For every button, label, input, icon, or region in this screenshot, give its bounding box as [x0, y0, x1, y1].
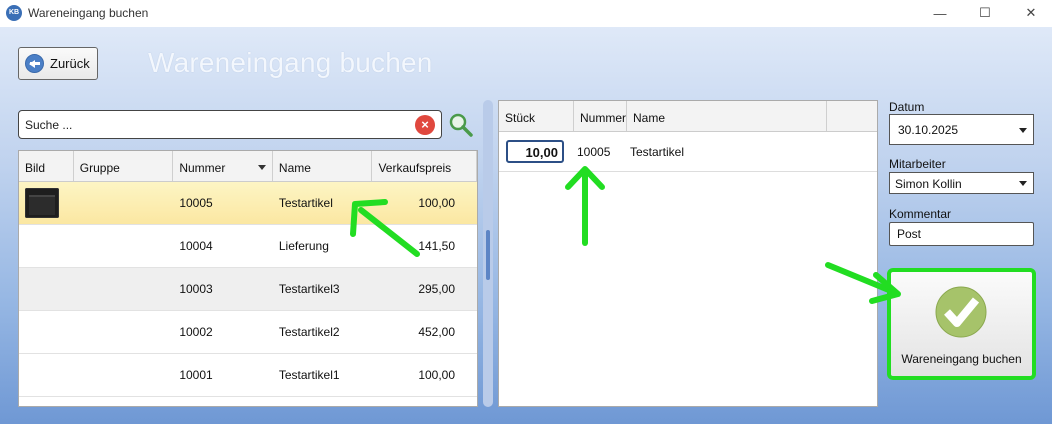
table-row[interactable]: 10001 Testartikel1 100,00: [19, 354, 477, 397]
checkmark-icon: [935, 286, 987, 338]
kommentar-label: Kommentar: [889, 207, 952, 221]
minimize-button[interactable]: —: [917, 2, 963, 24]
window-title: Wareneingang buchen: [28, 6, 149, 20]
column-header-gruppe[interactable]: Gruppe: [74, 151, 174, 181]
booking-grid: Stück Nummer Name 10,00 10005 Testartike…: [498, 100, 878, 407]
cell-stueck: 10,00: [499, 140, 574, 163]
cell-name: Testartikel1: [278, 368, 340, 382]
table-row[interactable]: 10005 Testartikel 100,00: [19, 182, 477, 225]
chevron-down-icon[interactable]: [1019, 128, 1027, 133]
article-grid: Bild Gruppe Nummer Name Verkaufspreis 10…: [18, 150, 478, 407]
date-picker[interactable]: 30.10.2025: [889, 114, 1034, 145]
search-icon[interactable]: [448, 112, 474, 138]
clear-search-icon[interactable]: ×: [415, 115, 435, 135]
cell-nummer: 10002: [179, 325, 213, 339]
main-area: Zurück Wareneingang buchen × Bild Gruppe…: [0, 27, 1052, 424]
cell-name: Lieferung: [278, 239, 329, 253]
column-header-nummer[interactable]: Nummer: [574, 101, 627, 131]
cell-name: Testartikel3: [278, 282, 340, 296]
chevron-down-icon[interactable]: [1019, 181, 1027, 186]
cell-nummer: 10005: [179, 196, 213, 210]
cell-verkaufspreis: 100,00: [418, 368, 456, 382]
maximize-button[interactable]: ☐: [962, 2, 1008, 24]
article-grid-header: Bild Gruppe Nummer Name Verkaufspreis: [19, 151, 477, 182]
table-row[interactable]: 10003 Testartikel3 295,00: [19, 268, 477, 311]
cell-verkaufspreis: 141,50: [418, 239, 456, 253]
panel-splitter[interactable]: [483, 100, 493, 407]
mitarbeiter-label: Mitarbeiter: [889, 157, 946, 171]
sort-descending-icon: [257, 165, 266, 170]
page-title: Wareneingang buchen: [148, 47, 433, 78]
mitarbeiter-value: Simon Kollin: [895, 177, 962, 191]
row-image-cell: [19, 188, 74, 218]
cell-name: Testartikel: [278, 196, 333, 210]
datum-label: Datum: [889, 100, 925, 114]
cell-nummer: 10001: [179, 368, 213, 382]
back-button[interactable]: Zurück: [18, 47, 98, 80]
column-header-nummer[interactable]: Nummer: [173, 151, 273, 181]
booking-grid-header: Stück Nummer Name: [499, 101, 877, 132]
back-button-label: Zurück: [50, 56, 90, 71]
cell-name: Testartikel2: [278, 325, 340, 339]
back-arrow-icon: [25, 54, 44, 73]
cell-name: Testartikel: [630, 144, 685, 159]
cell-nummer: 10005: [577, 144, 611, 159]
mitarbeiter-select[interactable]: Simon Kollin: [889, 172, 1034, 194]
cell-verkaufspreis: 452,00: [418, 325, 456, 339]
table-row[interactable]: 10002 Testartikel2 452,00: [19, 311, 477, 354]
product-image: [25, 188, 59, 218]
wareneingang-buchen-button[interactable]: Wareneingang buchen: [887, 268, 1036, 380]
cell-nummer: 10004: [179, 239, 213, 253]
column-header-nummer-label: Nummer: [179, 161, 226, 175]
cell-verkaufspreis: 100,00: [418, 196, 456, 210]
table-row[interactable]: 10004 Lieferung 141,50: [19, 225, 477, 268]
column-header-bild[interactable]: Bild: [19, 151, 74, 181]
wareneingang-buchen-label: Wareneingang buchen: [901, 352, 1022, 366]
booking-row[interactable]: 10,00 10005 Testartikel: [499, 132, 877, 172]
kommentar-input[interactable]: Post: [889, 222, 1034, 246]
column-header-stueck[interactable]: Stück: [499, 101, 574, 131]
search-box: ×: [18, 110, 442, 139]
date-value: 30.10.2025: [898, 123, 959, 137]
cell-verkaufspreis: 295,00: [418, 282, 456, 296]
cell-nummer: 10003: [179, 282, 213, 296]
column-header-name[interactable]: Name: [627, 101, 827, 131]
quantity-input[interactable]: 10,00: [506, 140, 564, 163]
column-header-verkaufspreis[interactable]: Verkaufspreis: [372, 151, 477, 181]
close-button[interactable]: ✕: [1008, 2, 1052, 24]
column-header-name[interactable]: Name: [273, 151, 373, 181]
search-input[interactable]: [25, 116, 405, 134]
title-bar: KB Wareneingang buchen — ☐ ✕: [0, 0, 1052, 27]
app-icon: KB: [6, 5, 22, 21]
